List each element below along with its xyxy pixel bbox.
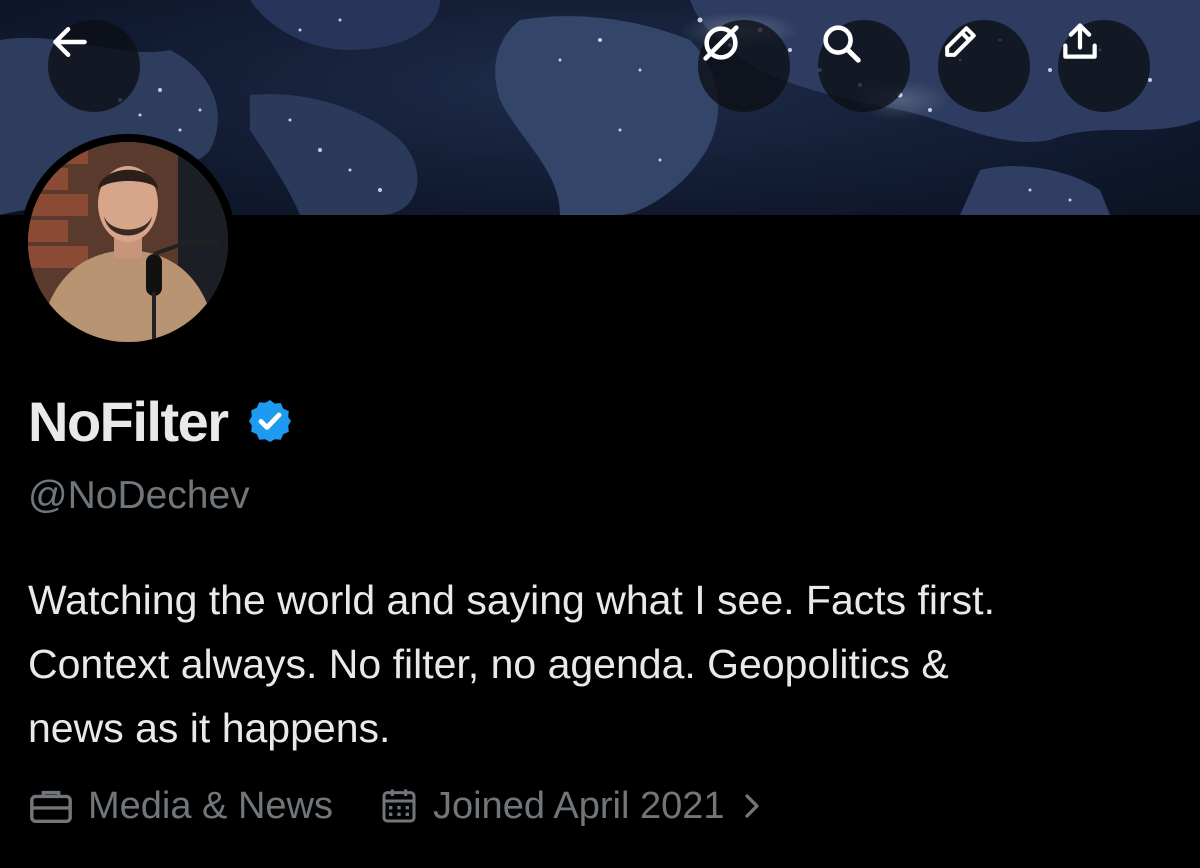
grok-button[interactable] bbox=[698, 20, 790, 112]
briefcase-icon bbox=[30, 790, 72, 824]
grok-icon bbox=[703, 25, 739, 61]
search-icon bbox=[823, 25, 861, 63]
user-handle: @NoDechev bbox=[28, 474, 250, 517]
calendar-icon bbox=[382, 789, 416, 823]
avatar[interactable] bbox=[28, 142, 228, 342]
bio-line: Context always. No filter, no agenda. Ge… bbox=[28, 641, 949, 687]
back-button[interactable] bbox=[48, 20, 140, 112]
bio-line: Watching the world and saying what I see… bbox=[28, 577, 995, 623]
back-arrow-icon bbox=[53, 26, 87, 58]
verified-badge-icon[interactable] bbox=[246, 396, 296, 446]
joined-item[interactable]: Joined April 2021 bbox=[379, 785, 767, 828]
share-icon bbox=[1063, 23, 1097, 59]
display-name: NoFilter bbox=[28, 389, 229, 453]
category-item: Media & News bbox=[28, 785, 333, 828]
bio-line: news as it happens. bbox=[28, 705, 391, 751]
category-label: Media & News bbox=[88, 784, 333, 827]
search-button[interactable] bbox=[818, 20, 910, 112]
chevron-right-icon bbox=[744, 794, 759, 818]
profile-bio: Watching the world and saying what I see… bbox=[28, 568, 1178, 760]
share-button[interactable] bbox=[1058, 20, 1150, 112]
profile-photo bbox=[28, 142, 228, 342]
pencil-icon bbox=[945, 26, 976, 57]
joined-label: Joined April 2021 bbox=[432, 784, 725, 827]
edit-button[interactable] bbox=[938, 20, 1030, 112]
profile-name-row: NoFilter bbox=[28, 388, 296, 454]
profile-meta-row: Media & News Joined April 2021 bbox=[28, 779, 767, 833]
